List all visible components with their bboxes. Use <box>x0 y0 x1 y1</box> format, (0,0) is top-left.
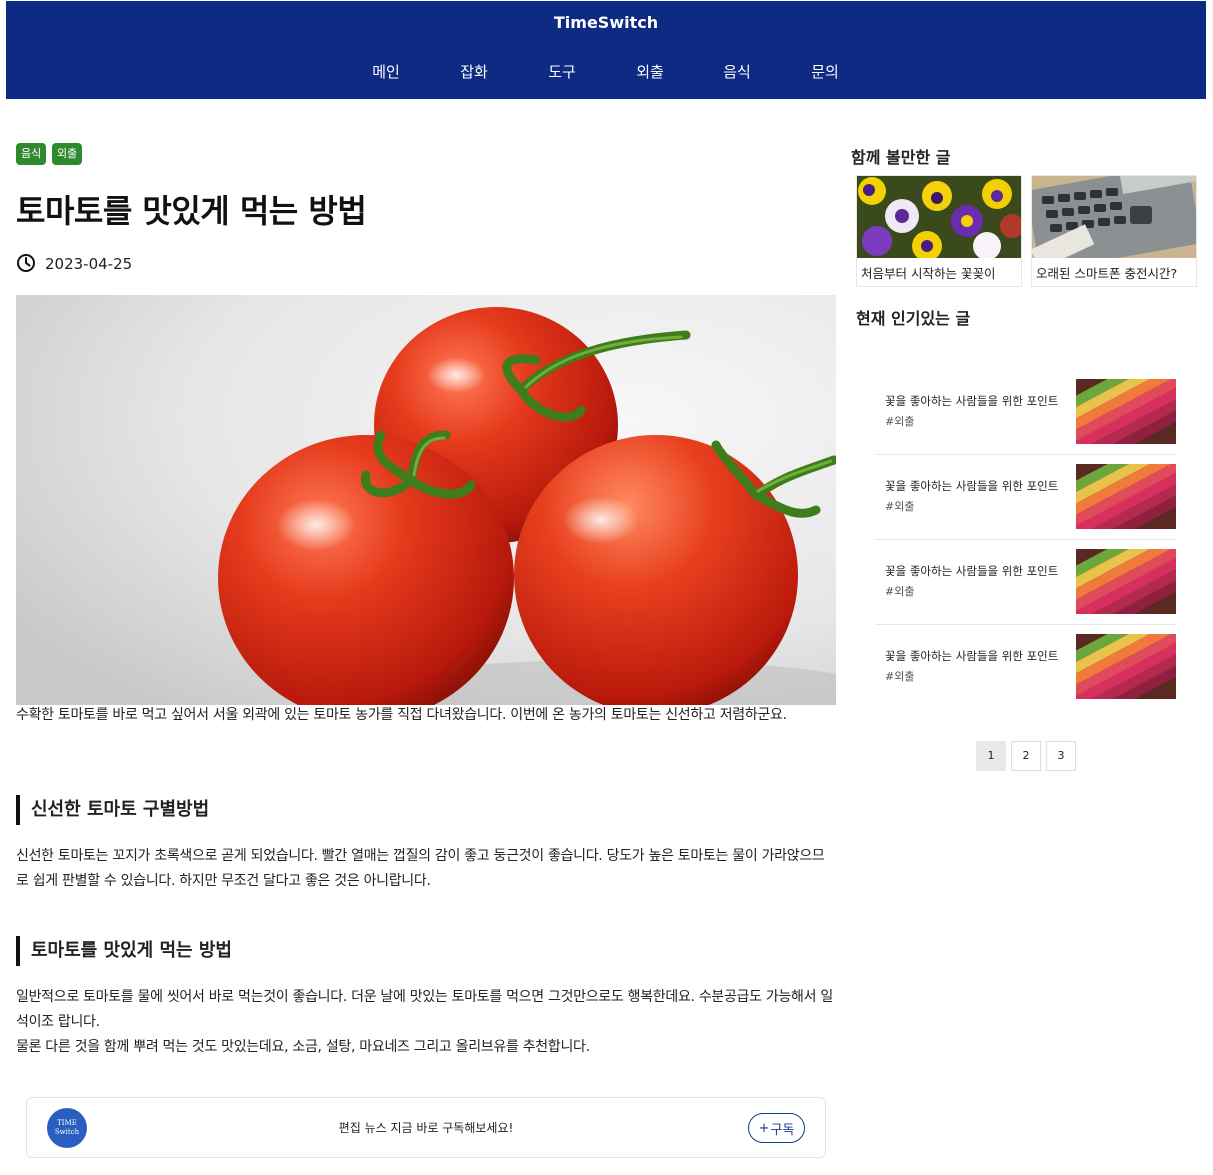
popular-post-thumb <box>1076 464 1176 529</box>
plus-icon: + <box>758 1120 770 1136</box>
popular-post-tag: #외출 <box>885 415 915 428</box>
page-button-1[interactable]: 1 <box>976 741 1006 771</box>
subscribe-button[interactable]: + 구독 <box>748 1113 805 1143</box>
category-tag-food[interactable]: 음식 <box>16 143 47 165</box>
post-date: 2023-04-25 <box>45 255 133 273</box>
popular-post-item[interactable]: 꽃을 좋아하는 사람들을 위한 포인트 #외출 <box>875 370 1176 455</box>
related-posts-heading: 함께 볼만한 글 <box>851 148 951 167</box>
popular-post-title: 꽃을 좋아하는 사람들을 위한 포인트 <box>885 479 1059 493</box>
site-title[interactable]: TimeSwitch <box>6 13 1206 32</box>
clock-icon <box>17 254 35 272</box>
popular-post-title: 꽃을 좋아하는 사람들을 위한 포인트 <box>885 394 1059 408</box>
related-card-flowers[interactable]: 처음부터 시작하는 꽃꽂이 <box>856 175 1022 287</box>
nav-item-goods[interactable]: 잡화 <box>460 61 488 82</box>
page-button-3[interactable]: 3 <box>1046 741 1076 771</box>
popular-post-item[interactable]: 꽃을 좋아하는 사람들을 위한 포인트 #외출 <box>875 455 1176 540</box>
related-thumb-ereader <box>1032 176 1196 258</box>
related-thumb-pansies <box>857 176 1021 258</box>
subscribe-text: 편집 뉴스 지금 바로 구독해보세요! <box>338 1121 514 1135</box>
popular-post-item[interactable]: 꽃을 좋아하는 사람들을 위한 포인트 #외출 <box>875 540 1176 625</box>
nav-item-contact[interactable]: 문의 <box>811 61 839 82</box>
popular-post-tag: #외출 <box>885 500 915 513</box>
section-body-how-to-eat: 일반적으로 토마토를 물에 씻어서 바로 먹는것이 좋습니다. 더운 날에 맛있… <box>16 989 833 1030</box>
subscribe-button-label: 구독 <box>770 1122 795 1138</box>
nav-item-outing[interactable]: 외출 <box>636 61 664 82</box>
related-card-smartphone[interactable]: 오래된 스마트폰 충전시간? <box>1031 175 1197 287</box>
popular-post-tag: #외출 <box>885 585 915 598</box>
post-intro: 수확한 토마토를 바로 먹고 싶어서 서울 외곽에 있는 토마토 농가를 직접 … <box>16 707 787 723</box>
section-body-fresh-tomato: 신선한 토마토는 꼬지가 초록색으로 곧게 되었습니다. 빨간 열매는 껍질의 … <box>16 848 825 889</box>
nav-item-tools[interactable]: 도구 <box>548 61 576 82</box>
popular-posts-heading: 현재 인기있는 글 <box>856 309 971 328</box>
nav-item-main[interactable]: 메인 <box>372 61 400 82</box>
popular-post-thumb <box>1076 549 1176 614</box>
hero-image-tomatoes <box>16 295 836 705</box>
nav-item-food[interactable]: 음식 <box>723 61 751 82</box>
popular-post-tag: #외출 <box>885 670 915 683</box>
section-body-how-to-eat-2: 물론 다른 것을 함께 뿌려 먹는 것도 맛있는데요, 소금, 설탕, 마요네즈… <box>16 1039 590 1055</box>
related-title: 오래된 스마트폰 충전시간? <box>1036 266 1178 281</box>
section-heading-how-to-eat: 토마토를 맛있게 먹는 방법 <box>16 936 232 966</box>
post-title: 토마토를 맛있게 먹는 방법 <box>16 192 367 230</box>
section-heading-fresh-tomato: 신선한 토마토 구별방법 <box>16 795 209 825</box>
popular-post-title: 꽃을 좋아하는 사람들을 위한 포인트 <box>885 564 1059 578</box>
popular-post-title: 꽃을 좋아하는 사람들을 위한 포인트 <box>885 649 1059 663</box>
subscribe-box: TIME Switch 편집 뉴스 지금 바로 구독해보세요! + 구독 <box>26 1097 826 1158</box>
site-header: TimeSwitch 메인 잡화 도구 외출 음식 문의 <box>6 1 1206 99</box>
related-title: 처음부터 시작하는 꽃꽂이 <box>861 266 996 281</box>
popular-post-thumb <box>1076 379 1176 444</box>
popular-post-thumb <box>1076 634 1176 699</box>
page-button-2[interactable]: 2 <box>1011 741 1041 771</box>
popular-post-item[interactable]: 꽃을 좋아하는 사람들을 위한 포인트 #외출 <box>875 625 1176 710</box>
category-tag-outing[interactable]: 외출 <box>52 143 83 165</box>
